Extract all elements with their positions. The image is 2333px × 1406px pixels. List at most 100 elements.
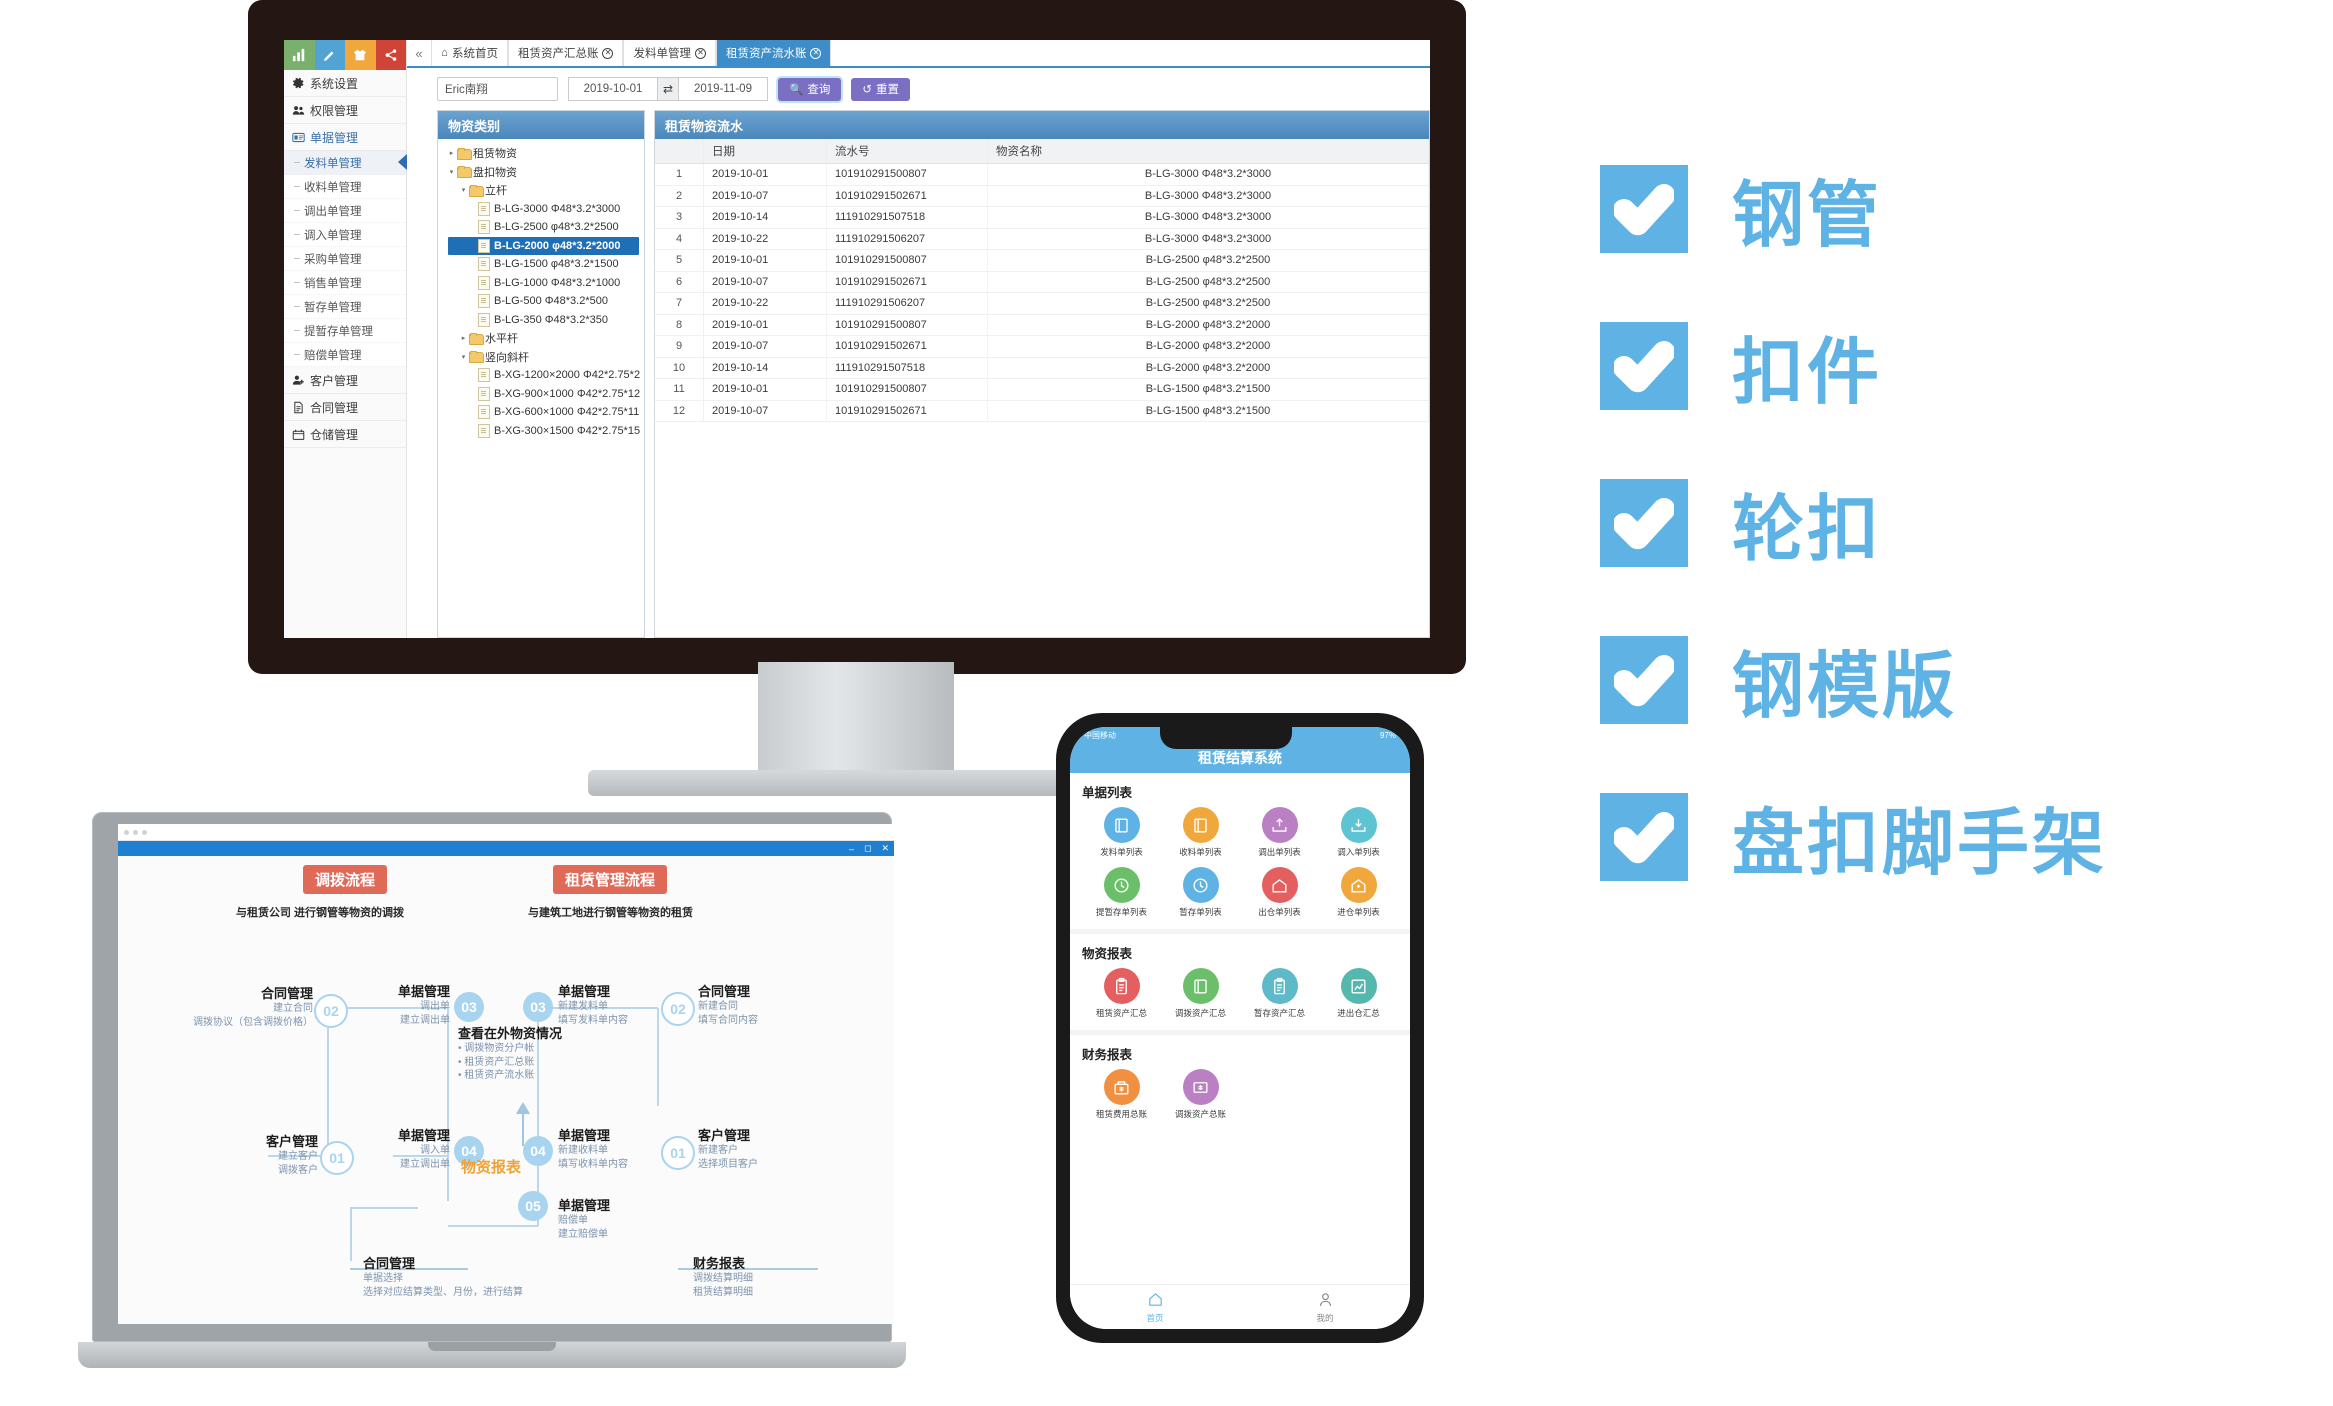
close-icon[interactable]: ✕ xyxy=(810,47,822,59)
sidebar-item-receipt-orders[interactable]: 收料单管理 xyxy=(284,175,406,199)
chart-icon[interactable] xyxy=(284,40,315,70)
chevron-down-icon[interactable]: ▾ xyxy=(458,186,469,194)
phone-menu-item[interactable]: 收料单列表 xyxy=(1161,807,1240,858)
tab-home[interactable]: 首页 xyxy=(1070,1285,1240,1329)
phone-menu-item[interactable]: 出仓单列表 xyxy=(1240,867,1319,918)
tab-home[interactable]: ⌂ 系统首页 xyxy=(431,40,508,66)
table-row[interactable]: 11 2019-10-01 101910291500807 B-LG-1500 φ48… xyxy=(655,378,1429,401)
sidebar-item-customers[interactable]: 客户管理 xyxy=(284,367,406,394)
material-category-tree[interactable]: ▸ 租赁物资 ▾ 盘扣物资 ▾ 立杆 B-LG-3000 Φ48*3.2*300… xyxy=(438,139,644,637)
workflow-connectors xyxy=(268,1007,818,1270)
table-row[interactable]: 1 2019-10-01 101910291500807 B-LG-3000 Φ48*… xyxy=(655,163,1429,186)
phone-menu-item[interactable]: 租赁费用总账 xyxy=(1082,1069,1161,1120)
phone-menu-item[interactable]: 进仓单列表 xyxy=(1319,867,1398,918)
sidebar-item-temp-storage-orders[interactable]: 暂存单管理 xyxy=(284,295,406,319)
phone-menu-item[interactable]: 调出单列表 xyxy=(1240,807,1319,858)
flow-node-title: 单据管理 xyxy=(558,984,611,999)
tree-node[interactable]: ▸ 水平杆 xyxy=(438,329,644,348)
sidebar-item-system-settings[interactable]: 系统设置 xyxy=(284,70,406,97)
sidebar-item-sales-orders[interactable]: 销售单管理 xyxy=(284,271,406,295)
customer-input[interactable]: Eric南翔 xyxy=(437,77,558,101)
tree-node-selected[interactable]: B-LG-2000 φ48*3.2*2000 xyxy=(448,236,639,255)
table-row[interactable]: 5 2019-10-01 101910291500807 B-LG-2500 φ48*… xyxy=(655,249,1429,272)
table-row[interactable]: 12 2019-10-07 101910291502671 B-LG-1500 φ48… xyxy=(655,400,1429,422)
sidebar-item-purchase-orders[interactable]: 采购单管理 xyxy=(284,247,406,271)
close-icon[interactable]: ✕ xyxy=(876,843,894,854)
chevron-down-icon[interactable]: ▾ xyxy=(446,168,457,176)
minimize-icon[interactable]: – xyxy=(844,844,859,854)
sidebar-item-withdraw-temp-orders[interactable]: 提暂存单管理 xyxy=(284,319,406,343)
tree-node[interactable]: B-XG-600×1000 Φ42*2.75*11 xyxy=(438,403,644,422)
table-row[interactable]: 4 2019-10-22 111910291506207 B-LG-3000 Φ48*… xyxy=(655,228,1429,250)
table-row[interactable]: 7 2019-10-22 111910291506207 B-LG-2500 φ48*… xyxy=(655,292,1429,315)
checklist-item[interactable]: 轮扣 xyxy=(1600,444,2300,601)
sidebar-item-transfer-out-orders[interactable]: 调出单管理 xyxy=(284,199,406,223)
table-row[interactable]: 10 2019-10-14 111910291507518 B-LG-2000 φ48… xyxy=(655,357,1429,379)
sidebar-item-contracts[interactable]: 合同管理 xyxy=(284,394,406,421)
phone-menu-item[interactable]: 调入单列表 xyxy=(1319,807,1398,858)
reset-button[interactable]: ↺ 重置 xyxy=(851,77,910,101)
phone-menu-item[interactable]: 暂存资产汇总 xyxy=(1240,968,1319,1019)
checklist-item[interactable]: 盘扣脚手架 xyxy=(1600,758,2300,915)
sidebar-item-transfer-in-orders[interactable]: 调入单管理 xyxy=(284,223,406,247)
chevron-right-icon[interactable]: ▸ xyxy=(446,149,457,157)
table-row[interactable]: 2 2019-10-07 101910291502671 B-LG-3000 Φ48*… xyxy=(655,185,1429,207)
phone-menu-item[interactable]: 调拨资产汇总 xyxy=(1161,968,1240,1019)
phone-menu-item[interactable]: 调拨资产总账 xyxy=(1161,1069,1240,1120)
phone-menu-item[interactable]: 发料单列表 xyxy=(1082,807,1161,858)
sidebar-item-label: 仓储管理 xyxy=(310,427,359,442)
tree-node[interactable]: B-LG-3000 Φ48*3.2*3000 xyxy=(438,200,644,219)
phone-section: 单据列表 发料单列表 收料单列表 调出单列表 调入单列表 提暂存单列表 暂存单列表 出仓单列表… xyxy=(1070,773,1410,927)
sidebar-item-warehouse[interactable]: 仓储管理 xyxy=(284,421,406,448)
chevron-right-icon[interactable]: ▸ xyxy=(458,334,469,342)
tree-node[interactable]: B-LG-350 Φ48*3.2*350 xyxy=(438,311,644,330)
sidebar-item-issue-orders[interactable]: 发料单管理 xyxy=(284,151,407,175)
checklist-item[interactable]: 扣件 xyxy=(1600,287,2300,444)
tree-node[interactable]: ▸ 租赁物资 xyxy=(438,144,644,163)
share-icon[interactable] xyxy=(375,40,406,70)
table-row[interactable]: 8 2019-10-01 101910291500807 B-LG-2000 φ48*… xyxy=(655,314,1429,336)
phone-menu-item-label: 暂存资产汇总 xyxy=(1253,1008,1305,1018)
tree-node[interactable]: B-LG-1500 φ48*3.2*1500 xyxy=(438,255,644,274)
tree-node[interactable]: B-XG-300×1500 Φ42*2.75*15 xyxy=(438,422,644,441)
table-row[interactable]: 3 2019-10-14 111910291507518 B-LG-3000 Φ48*… xyxy=(655,206,1429,229)
sidebar-item-permissions[interactable]: 权限管理 xyxy=(284,97,406,124)
tree-node[interactable]: B-XG-1200×2000 Φ42*2.75*2 xyxy=(438,366,644,385)
checklist-item[interactable]: 钢模版 xyxy=(1600,601,2300,758)
tree-node[interactable]: B-XG-900×1000 Φ42*2.75*12 xyxy=(438,385,644,404)
folder-icon xyxy=(469,332,484,345)
close-icon[interactable]: ✕ xyxy=(602,47,614,59)
tree-node[interactable]: ▾ 盘扣物资 xyxy=(438,163,644,182)
date-from-input[interactable]: 2019-10-01 xyxy=(568,77,658,101)
tab-asset-summary[interactable]: 租赁资产汇总账 ✕ xyxy=(507,40,624,66)
tree-node[interactable]: B-LG-500 Φ48*3.2*500 xyxy=(438,292,644,311)
tree-node[interactable]: B-LG-2500 φ48*3.2*2500 xyxy=(438,218,644,237)
chevron-down-icon[interactable]: ▾ xyxy=(458,353,469,361)
checklist-item[interactable]: 钢管 xyxy=(1600,130,2300,287)
double-chevron-left-icon[interactable]: « xyxy=(407,40,431,66)
warehouse-icon xyxy=(291,427,305,441)
tab-issue-orders[interactable]: 发料单管理 ✕ xyxy=(623,40,716,66)
maximize-icon[interactable]: ◻ xyxy=(859,843,876,854)
table-row[interactable]: 6 2019-10-07 101910291502671 B-LG-2500 φ48*… xyxy=(655,271,1429,293)
flow-step-number-02-right: 02 xyxy=(661,992,695,1026)
pencil-icon[interactable] xyxy=(314,40,345,70)
tab-asset-ledger[interactable]: 租赁资产流水账 ✕ xyxy=(715,40,832,66)
shirt-icon[interactable] xyxy=(345,40,376,70)
query-button[interactable]: 🔍 查询 xyxy=(778,77,842,101)
tab-profile[interactable]: 我的 xyxy=(1240,1285,1410,1329)
tree-node[interactable]: ▾ 立杆 xyxy=(438,181,644,200)
sidebar-item-documents[interactable]: 单据管理 xyxy=(284,124,406,151)
phone-menu-item[interactable]: 租赁资产汇总 xyxy=(1082,968,1161,1019)
sidebar-item-compensation-orders[interactable]: 赔偿单管理 xyxy=(284,343,406,367)
table-cell-serial: 101910291502671 xyxy=(826,185,988,207)
close-icon[interactable]: ✕ xyxy=(694,47,706,59)
tree-node[interactable]: B-LG-1000 Φ48*3.2*1000 xyxy=(438,274,644,293)
swap-icon[interactable]: ⇄ xyxy=(658,77,678,101)
date-to-input[interactable]: 2019-11-09 xyxy=(678,77,768,101)
table-row[interactable]: 9 2019-10-07 101910291502671 B-LG-2000 φ48*… xyxy=(655,335,1429,358)
phone-menu-item[interactable]: 进出仓汇总 xyxy=(1319,968,1398,1019)
phone-menu-item[interactable]: 提暂存单列表 xyxy=(1082,867,1161,918)
tree-node[interactable]: ▾ 竖向斜杆 xyxy=(438,348,644,367)
phone-menu-item[interactable]: 暂存单列表 xyxy=(1161,867,1240,918)
